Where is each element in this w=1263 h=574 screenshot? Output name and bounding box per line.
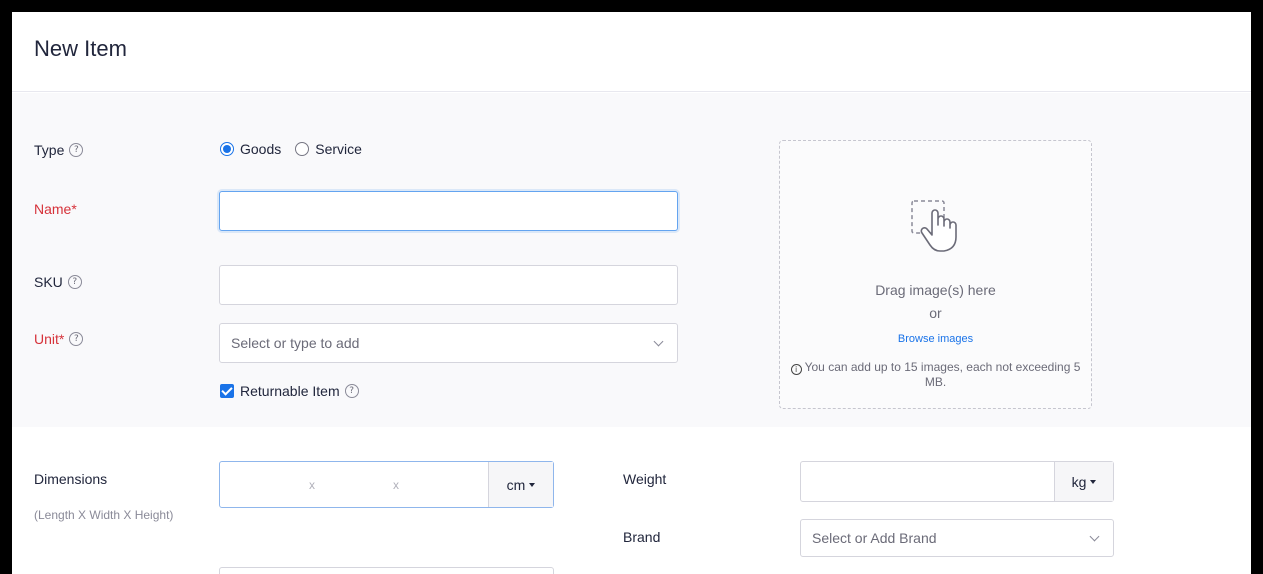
brand-label: Brand — [623, 529, 660, 545]
unit-select[interactable]: Select or type to add — [219, 323, 678, 363]
weight-input[interactable] — [801, 462, 1054, 501]
type-option-service-label: Service — [315, 141, 362, 157]
info-circle-icon: i — [790, 364, 802, 375]
basic-info-section: Type ? Goods Service Name* SKU ? Unit* ? — [12, 93, 1251, 427]
type-option-goods[interactable]: Goods — [220, 141, 281, 157]
dimension-unit-label: cm — [506, 476, 526, 493]
type-label-text: Type — [34, 142, 65, 158]
name-label-text: Name* — [34, 201, 77, 217]
radio-service[interactable] — [295, 142, 310, 156]
browse-images-link[interactable]: Browse images — [780, 333, 1091, 345]
weight-input-group[interactable]: kg — [800, 461, 1114, 502]
dimensions-sub-label: (Length X Width X Height) — [34, 508, 174, 522]
returnable-item-checkbox[interactable] — [220, 384, 234, 398]
dimensions-fields[interactable]: x x — [220, 462, 488, 507]
question-circle-icon[interactable]: ? — [67, 275, 82, 289]
upload-limit-note: i You can add up to 15 images, each not e… — [784, 360, 1087, 390]
chevron-down-icon — [1089, 531, 1100, 541]
or-text: or — [929, 305, 942, 321]
type-option-goods-label: Goods — [240, 141, 282, 157]
brand-select-placeholder: Select or Add Brand — [812, 530, 937, 546]
name-input[interactable] — [219, 191, 678, 231]
returnable-item-label: Returnable Item — [240, 383, 340, 399]
dimension-separator: x — [393, 477, 399, 492]
next-field-input[interactable] — [219, 567, 554, 574]
question-circle-icon[interactable]: ? — [69, 332, 84, 346]
weight-label: Weight — [623, 471, 666, 487]
type-option-service[interactable]: Service — [295, 141, 362, 157]
chevron-down-icon — [653, 336, 664, 346]
weight-unit-label: kg — [1071, 473, 1087, 490]
page-title: New Item — [34, 36, 127, 61]
dimension-separator: x — [309, 477, 315, 492]
caret-down-icon — [1090, 479, 1097, 484]
upload-limit-note-text: You can add up to 15 images, each not ex… — [804, 360, 1081, 389]
sku-label-text: SKU — [34, 274, 63, 290]
dropzone-text: Drag image(s) here or — [780, 280, 1091, 323]
caret-down-icon — [529, 482, 536, 487]
question-circle-icon[interactable]: ? — [344, 384, 359, 398]
type-radio-group: Goods Service — [220, 141, 376, 157]
unit-label-text: Unit* — [34, 331, 65, 347]
brand-label-text: Brand — [623, 529, 661, 545]
sku-label: SKU ? — [34, 274, 82, 290]
dimensions-label: Dimensions — [34, 471, 107, 487]
drag-text: Drag image(s) here — [875, 282, 996, 298]
new-item-window: New Item Type ? Goods Service Name* SKU … — [12, 12, 1251, 574]
page-header: New Item — [12, 12, 1251, 92]
name-label: Name* — [34, 201, 77, 217]
weight-label-text: Weight — [623, 471, 667, 487]
dimensions-input-group[interactable]: x x cm — [219, 461, 554, 508]
image-dropzone[interactable]: Drag image(s) here or Browse images i You… — [779, 140, 1092, 409]
type-label: Type ? — [34, 142, 84, 158]
radio-goods[interactable] — [220, 142, 234, 156]
sku-input[interactable] — [219, 265, 678, 305]
question-circle-icon[interactable]: ? — [69, 143, 84, 157]
returnable-item-checkbox-row[interactable]: Returnable Item ? — [220, 383, 359, 399]
dimensions-label-text: Dimensions — [34, 471, 108, 487]
brand-select[interactable]: Select or Add Brand — [800, 519, 1114, 557]
dimension-unit-dropdown[interactable]: cm — [488, 462, 553, 507]
weight-unit-dropdown[interactable]: kg — [1054, 462, 1113, 501]
drag-hand-icon — [911, 200, 957, 252]
unit-label: Unit* ? — [34, 331, 84, 347]
unit-select-placeholder: Select or type to add — [231, 335, 360, 351]
